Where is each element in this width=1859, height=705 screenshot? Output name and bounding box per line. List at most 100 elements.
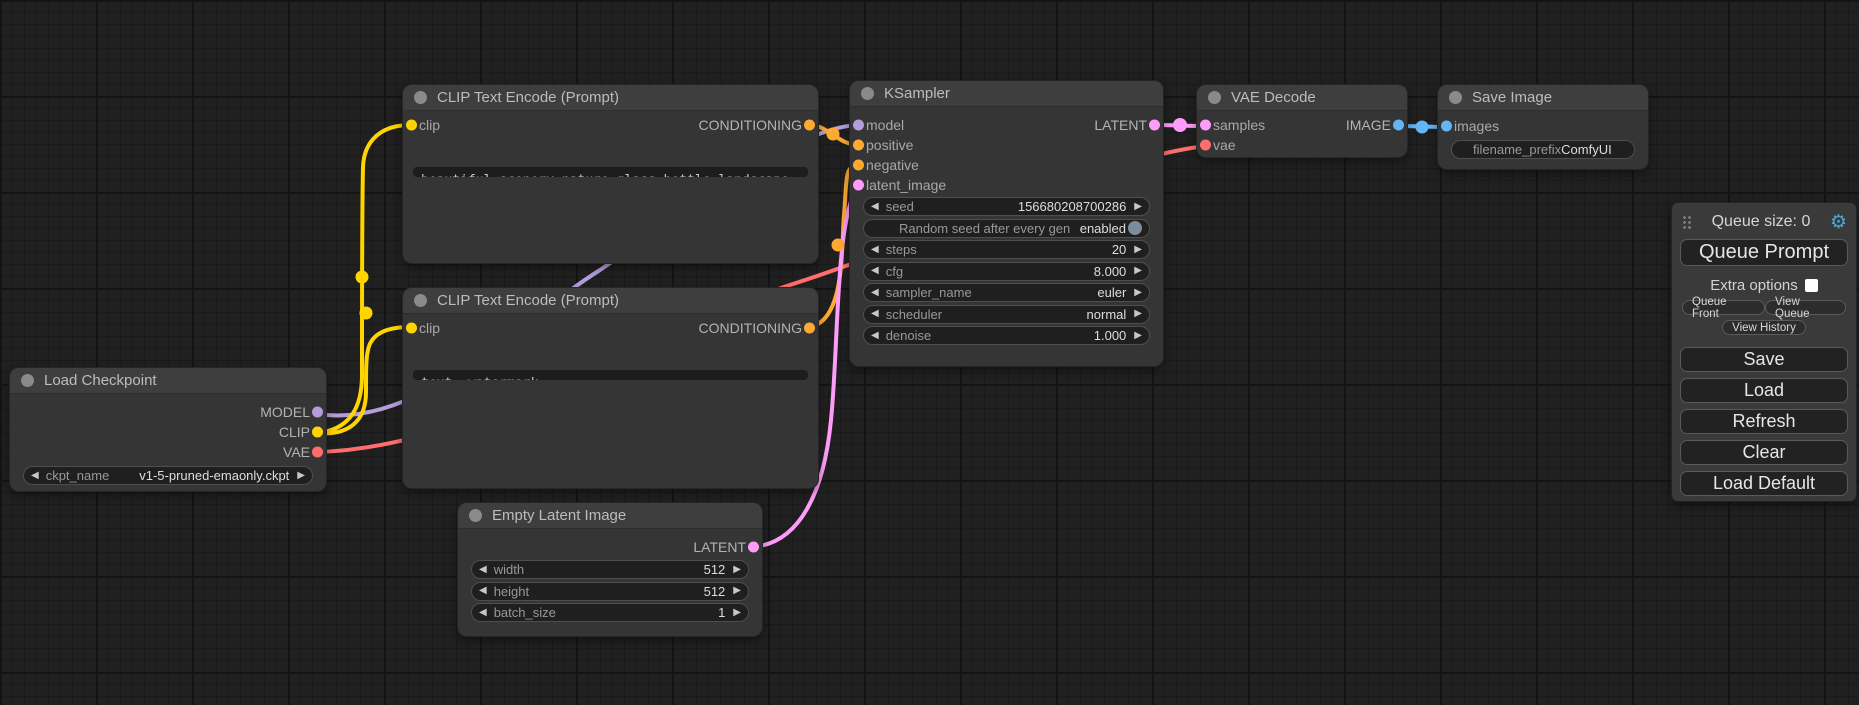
queue-prompt-button[interactable]: Queue Prompt bbox=[1680, 239, 1848, 266]
empty-latent-image-node[interactable]: Empty Latent Image LATENT ◀ width 512 ▶ … bbox=[458, 503, 762, 636]
clip-link-midpoint-dot[interactable] bbox=[356, 271, 369, 284]
decrement-arrow-icon[interactable]: ◀ bbox=[479, 586, 487, 596]
seed-widget[interactable]: ◀ seed 156680208700286 ▶ bbox=[863, 197, 1150, 216]
model-output-slot[interactable] bbox=[312, 407, 323, 418]
latent-output-slot[interactable] bbox=[748, 542, 759, 553]
vae-output-slot[interactable] bbox=[312, 447, 323, 458]
conditioning-link-midpoint-dot[interactable] bbox=[832, 239, 845, 252]
decrement-arrow-icon[interactable]: ◀ bbox=[479, 565, 487, 575]
node-title-bar[interactable]: KSampler bbox=[850, 81, 1163, 107]
collapse-dot-icon[interactable] bbox=[414, 91, 427, 104]
node-title-bar[interactable]: Load Checkpoint bbox=[10, 368, 326, 394]
increment-arrow-icon[interactable]: ▶ bbox=[733, 586, 741, 596]
ckpt-name-widget[interactable]: ◀ ckpt_name v1-5-pruned-emaonly.ckpt ▶ bbox=[23, 466, 313, 485]
image-output-slot[interactable] bbox=[1393, 120, 1404, 131]
decrement-arrow-icon[interactable]: ◀ bbox=[871, 202, 879, 212]
increment-arrow-icon[interactable]: ▶ bbox=[1134, 245, 1142, 255]
model-input-slot[interactable] bbox=[853, 120, 864, 131]
filename-prefix-widget[interactable]: filename_prefix ComfyUI bbox=[1451, 140, 1635, 159]
width-widget[interactable]: ◀ width 512 ▶ bbox=[471, 560, 749, 579]
collapse-dot-icon[interactable] bbox=[414, 294, 427, 307]
increment-arrow-icon[interactable]: ▶ bbox=[733, 608, 741, 618]
conditioning-output-slot[interactable] bbox=[804, 120, 815, 131]
clip-link-midpoint-dot[interactable] bbox=[360, 307, 373, 320]
latent-image-input-row: latent_image bbox=[850, 175, 1163, 195]
steps-widget[interactable]: ◀ steps 20 ▶ bbox=[863, 240, 1150, 259]
latent-image-input-slot[interactable] bbox=[853, 180, 864, 191]
increment-arrow-icon[interactable]: ▶ bbox=[1134, 288, 1142, 298]
vae-output-row: VAE bbox=[10, 442, 326, 462]
node-title-text: Empty Latent Image bbox=[492, 507, 626, 524]
collapse-dot-icon[interactable] bbox=[861, 87, 874, 100]
decrement-arrow-icon[interactable]: ◀ bbox=[871, 266, 879, 276]
collapse-dot-icon[interactable] bbox=[469, 509, 482, 522]
load-checkpoint-node[interactable]: Load Checkpoint MODEL CLIP VAE ◀ ckpt_na… bbox=[10, 368, 326, 491]
load-button[interactable]: Load bbox=[1680, 378, 1848, 403]
latent-link-midpoint-dot[interactable] bbox=[1173, 118, 1187, 132]
negative-input-slot[interactable] bbox=[853, 160, 864, 171]
comfyui-canvas[interactable]: { "links": { "model": "#B39DDB", "clip":… bbox=[0, 0, 1859, 705]
cfg-widget[interactable]: ◀ cfg 8.000 ▶ bbox=[863, 262, 1150, 281]
settings-gear-icon[interactable]: ⚙ bbox=[1830, 213, 1847, 232]
increment-arrow-icon[interactable]: ▶ bbox=[1134, 309, 1142, 319]
node-title-bar[interactable]: Save Image bbox=[1438, 85, 1648, 111]
toggle-dot-icon[interactable] bbox=[1128, 221, 1142, 235]
height-widget[interactable]: ◀ height 512 ▶ bbox=[471, 582, 749, 601]
decrement-arrow-icon[interactable]: ◀ bbox=[31, 471, 39, 481]
increment-arrow-icon[interactable]: ▶ bbox=[297, 471, 305, 481]
clip-text-encode-positive-node[interactable]: CLIP Text Encode (Prompt) clip CONDITION… bbox=[403, 85, 818, 263]
clip-io-row: clip CONDITIONING bbox=[403, 314, 818, 342]
refresh-button[interactable]: Refresh bbox=[1680, 409, 1848, 434]
increment-arrow-icon[interactable]: ▶ bbox=[1134, 266, 1142, 276]
sampler-name-widget[interactable]: ◀ sampler_name euler ▶ bbox=[863, 283, 1150, 302]
drag-handle-icon[interactable] bbox=[1682, 215, 1692, 229]
decrement-arrow-icon[interactable]: ◀ bbox=[871, 288, 879, 298]
positive-input-slot[interactable] bbox=[853, 140, 864, 151]
node-title-bar[interactable]: VAE Decode bbox=[1197, 85, 1407, 111]
images-input-slot[interactable] bbox=[1441, 121, 1452, 132]
load-default-button[interactable]: Load Default bbox=[1680, 471, 1848, 496]
clear-button[interactable]: Clear bbox=[1680, 440, 1848, 465]
queue-front-button[interactable]: Queue Front bbox=[1682, 300, 1765, 315]
decrement-arrow-icon[interactable]: ◀ bbox=[871, 309, 879, 319]
positive-input-row: positive bbox=[850, 135, 1163, 155]
decrement-arrow-icon[interactable]: ◀ bbox=[871, 245, 879, 255]
collapse-dot-icon[interactable] bbox=[1449, 91, 1462, 104]
positive-prompt-textarea[interactable]: beautiful scenery nature glass bottle la… bbox=[413, 167, 808, 177]
node-title-bar[interactable]: CLIP Text Encode (Prompt) bbox=[403, 288, 818, 314]
conditioning-output-slot[interactable] bbox=[804, 323, 815, 334]
view-queue-button[interactable]: View Queue bbox=[1765, 300, 1846, 315]
decrement-arrow-icon[interactable]: ◀ bbox=[479, 608, 487, 618]
clip-output-slot[interactable] bbox=[312, 427, 323, 438]
ksampler-node[interactable]: KSampler model LATENT positive negative … bbox=[850, 81, 1163, 366]
vae-input-row: vae bbox=[1197, 135, 1407, 155]
latent-output-slot[interactable] bbox=[1149, 120, 1160, 131]
extra-options-checkbox[interactable] bbox=[1805, 279, 1818, 292]
random-seed-toggle-widget[interactable]: Random seed after every gen enabled bbox=[863, 219, 1150, 238]
image-link-midpoint-dot[interactable] bbox=[1416, 121, 1429, 134]
clip-input-slot[interactable] bbox=[406, 120, 417, 131]
increment-arrow-icon[interactable]: ▶ bbox=[1134, 331, 1142, 341]
save-button[interactable]: Save bbox=[1680, 347, 1848, 372]
vae-input-slot[interactable] bbox=[1200, 140, 1211, 151]
model-input-row: model LATENT bbox=[850, 115, 1163, 135]
increment-arrow-icon[interactable]: ▶ bbox=[1134, 202, 1142, 212]
decrement-arrow-icon[interactable]: ◀ bbox=[871, 331, 879, 341]
node-title-bar[interactable]: CLIP Text Encode (Prompt) bbox=[403, 85, 818, 111]
batch-size-widget[interactable]: ◀ batch_size 1 ▶ bbox=[471, 603, 749, 622]
model-output-row: MODEL bbox=[10, 402, 326, 422]
collapse-dot-icon[interactable] bbox=[1208, 91, 1221, 104]
negative-prompt-textarea[interactable]: text, watermark bbox=[413, 370, 808, 380]
collapse-dot-icon[interactable] bbox=[21, 374, 34, 387]
increment-arrow-icon[interactable]: ▶ bbox=[733, 565, 741, 575]
clip-text-encode-negative-node[interactable]: CLIP Text Encode (Prompt) clip CONDITION… bbox=[403, 288, 818, 488]
conditioning-link-midpoint-dot[interactable] bbox=[827, 128, 840, 141]
save-image-node[interactable]: Save Image images filename_prefix ComfyU… bbox=[1438, 85, 1648, 169]
clip-input-slot[interactable] bbox=[406, 323, 417, 334]
vae-decode-node[interactable]: VAE Decode samples IMAGE vae bbox=[1197, 85, 1407, 157]
scheduler-widget[interactable]: ◀ scheduler normal ▶ bbox=[863, 305, 1150, 324]
samples-input-slot[interactable] bbox=[1200, 120, 1211, 131]
denoise-widget[interactable]: ◀ denoise 1.000 ▶ bbox=[863, 326, 1150, 345]
node-title-bar[interactable]: Empty Latent Image bbox=[458, 503, 762, 529]
view-history-button[interactable]: View History bbox=[1722, 320, 1806, 335]
